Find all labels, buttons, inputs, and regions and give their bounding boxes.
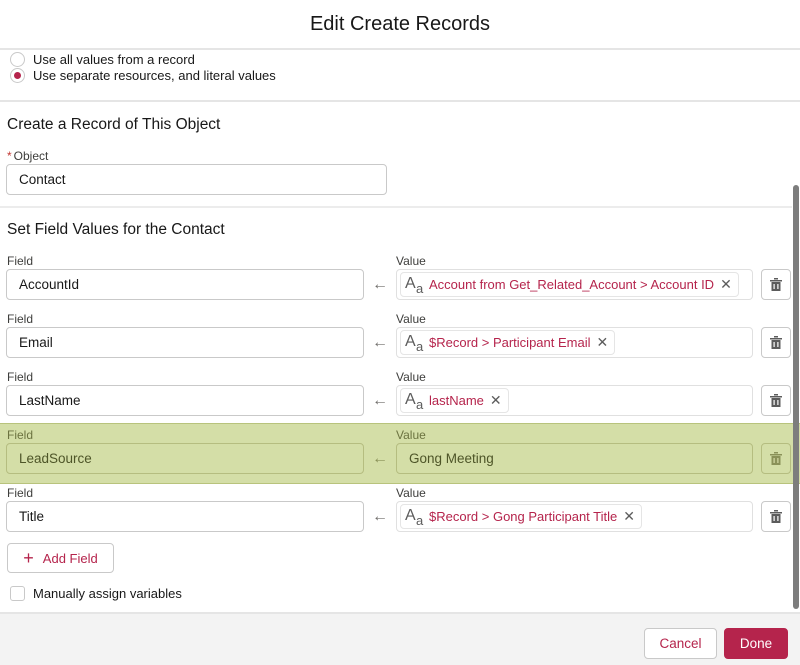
required-marker: *: [7, 149, 12, 163]
manual-assign-label: Manually assign variables: [33, 586, 182, 601]
radio-button[interactable]: [10, 51, 25, 67]
value-label: Value: [396, 312, 426, 326]
field-input-title[interactable]: Title: [6, 501, 364, 532]
text-resource-icon: Aa: [405, 332, 424, 354]
remove-pill-icon[interactable]: ✕: [623, 508, 635, 525]
field-label: Field: [7, 486, 34, 500]
object-label-text: Object: [13, 149, 49, 163]
fields-section-title: Set Field Values for the Contact: [7, 221, 225, 238]
modal-footer: Cancel Done: [0, 612, 800, 665]
field-input-lastname[interactable]: LastName: [6, 385, 364, 416]
remove-pill-icon[interactable]: ✕: [720, 276, 732, 293]
manual-assign-option[interactable]: Manually assign variables: [10, 586, 182, 601]
value-label: Value: [396, 254, 426, 268]
field-input-accountid[interactable]: AccountId: [6, 269, 364, 300]
scrollbar[interactable]: [793, 185, 799, 609]
literal-value: Gong Meeting: [409, 451, 494, 466]
delete-row-button[interactable]: [761, 443, 791, 474]
value-input-email[interactable]: Aa $Record > Participant Email ✕: [396, 327, 753, 358]
field-input-email[interactable]: Email: [6, 327, 364, 358]
object-label: * Object: [7, 149, 48, 163]
resource-pill: Aa $Record > Participant Email ✕: [400, 330, 616, 355]
modal-header: Edit Create Records: [0, 0, 800, 50]
field-input-leadsource[interactable]: LeadSource: [6, 443, 364, 474]
resource-pill-text: $Record > Participant Email: [429, 335, 591, 350]
resource-pill: Aa lastName ✕: [400, 388, 509, 413]
arrow-left-icon: ←: [372, 276, 388, 293]
resource-pill-text: $Record > Gong Participant Title: [429, 509, 618, 524]
value-input-title[interactable]: Aa $Record > Gong Participant Title ✕: [396, 501, 753, 532]
value-label: Value: [396, 428, 426, 442]
record-options: Use all values from a record Use separat…: [0, 50, 800, 102]
cancel-button[interactable]: Cancel: [644, 628, 717, 659]
trash-icon: [770, 452, 782, 465]
section-divider: [0, 206, 792, 208]
object-section-title: Create a Record of This Object: [7, 116, 221, 133]
remove-pill-icon[interactable]: ✕: [597, 334, 609, 351]
value-label: Value: [396, 370, 426, 384]
done-button[interactable]: Done: [724, 628, 788, 659]
resource-pill: Aa Account from Get_Related_Account > Ac…: [400, 272, 739, 297]
resource-pill-text: Account from Get_Related_Account > Accou…: [429, 277, 715, 292]
delete-row-button[interactable]: [761, 385, 791, 416]
arrow-left-icon: ←: [372, 508, 388, 525]
arrow-left-icon: ←: [372, 450, 388, 467]
trash-icon: [770, 394, 782, 407]
resource-pill: Aa $Record > Gong Participant Title ✕: [400, 504, 642, 529]
field-label: Field: [7, 312, 34, 326]
field-label: Field: [7, 370, 34, 384]
plus-icon: +: [23, 548, 34, 568]
arrow-left-icon: ←: [372, 392, 388, 409]
field-label: Field: [7, 254, 34, 268]
field-label: Field: [7, 428, 34, 442]
option-use-separate-resources[interactable]: Use separate resources, and literal valu…: [10, 66, 276, 84]
add-field-button[interactable]: + Add Field: [7, 543, 114, 573]
delete-row-button[interactable]: [761, 269, 791, 300]
add-field-label: Add Field: [42, 550, 98, 566]
manual-assign-checkbox[interactable]: [10, 586, 25, 601]
radio-button-selected[interactable]: [10, 67, 25, 83]
resource-pill-text: lastName: [429, 393, 484, 408]
object-input[interactable]: Contact: [6, 164, 387, 195]
text-resource-icon: Aa: [405, 390, 424, 412]
trash-icon: [770, 278, 782, 291]
modal-title: Edit Create Records: [309, 13, 491, 35]
value-label: Value: [396, 486, 426, 500]
value-input-lastname[interactable]: Aa lastName ✕: [396, 385, 753, 416]
value-input-leadsource[interactable]: Gong Meeting: [396, 443, 753, 474]
delete-row-button[interactable]: [761, 501, 791, 532]
option-label: Use all values from a record: [33, 51, 195, 67]
remove-pill-icon[interactable]: ✕: [490, 392, 502, 409]
arrow-left-icon: ←: [372, 334, 388, 351]
option-label: Use separate resources, and literal valu…: [33, 67, 276, 83]
delete-row-button[interactable]: [761, 327, 791, 358]
text-resource-icon: Aa: [405, 274, 424, 296]
text-resource-icon: Aa: [405, 506, 424, 528]
trash-icon: [770, 336, 782, 349]
value-input-accountid[interactable]: Aa Account from Get_Related_Account > Ac…: [396, 269, 753, 300]
trash-icon: [770, 510, 782, 523]
